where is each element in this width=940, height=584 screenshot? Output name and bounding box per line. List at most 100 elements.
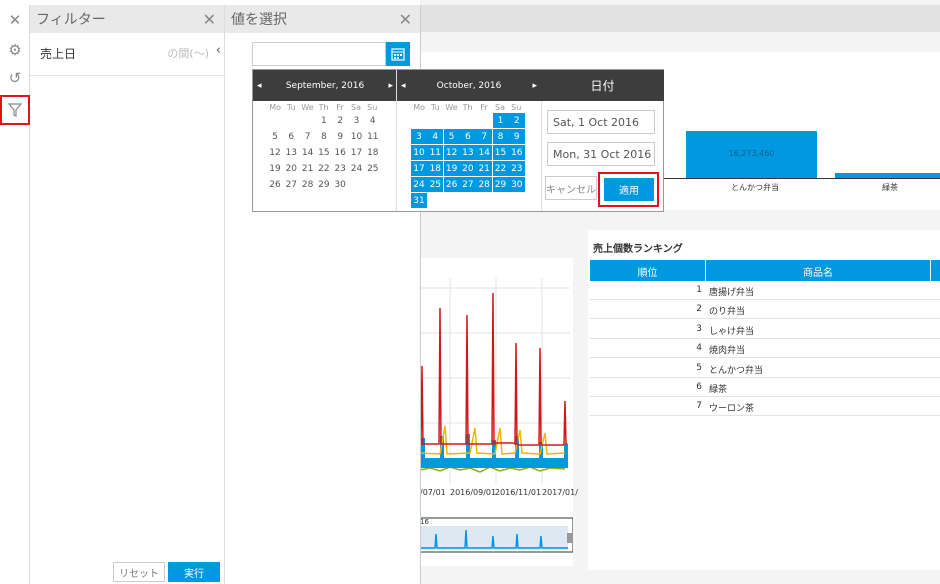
prev-month-icon[interactable]: ◂ [401,81,406,91]
day-cell[interactable]: 18 [427,161,444,176]
day-cell[interactable]: 7 [476,129,493,144]
next-month-icon[interactable]: ▸ [532,81,537,91]
day-cell[interactable]: 28 [300,177,316,192]
reset-button[interactable]: リセット [113,562,165,582]
day-cell[interactable]: 3 [411,129,427,144]
day-cell[interactable]: 29 [492,177,509,192]
date-range-input[interactable] [252,42,386,66]
day-cell[interactable]: 5 [443,129,460,144]
end-date-input[interactable]: Mon, 31 Oct 2016 [547,142,655,166]
day-cell[interactable]: 9 [332,129,348,144]
day-cell[interactable]: 22 [316,161,332,176]
day-cell[interactable]: 17 [349,145,365,160]
day-cell[interactable]: 16 [332,145,348,160]
day-cell[interactable]: 21 [300,161,316,176]
filter-icon[interactable] [0,95,30,125]
day-cell[interactable]: 11 [365,129,381,144]
day-cell[interactable]: 14 [476,145,493,160]
day-cell[interactable]: 24 [411,177,427,192]
day-cell[interactable]: 26 [267,177,283,192]
day-cell[interactable]: 26 [443,177,460,192]
panel-title: 値を選択 [231,12,287,28]
day-cell[interactable]: 4 [365,113,381,128]
table-row[interactable]: 5 とんかつ弁当 [590,359,940,378]
product-cell: 緑茶 [709,385,728,395]
run-button[interactable]: 実行 [168,562,220,582]
day-cell[interactable]: 8 [316,129,332,144]
day-cell[interactable]: 30 [508,177,525,192]
day-cell[interactable]: 17 [411,161,427,176]
day-cell[interactable]: 10 [349,129,365,144]
apply-button[interactable]: 適用 [604,178,654,201]
gear-icon[interactable]: ⚙ [0,35,30,65]
day-cell[interactable]: 6 [283,129,299,144]
day-cell[interactable]: 23 [332,161,348,176]
col-product[interactable]: 商品名 [706,264,930,279]
table-row[interactable]: 4 焼肉弁当 [590,339,940,359]
day-cell[interactable]: 25 [427,177,444,192]
day-cell[interactable]: 31 [411,193,427,208]
day-cell[interactable]: 3 [349,113,365,128]
prev-month-icon[interactable]: ◂ [257,81,262,91]
day-cell[interactable]: 29 [316,177,332,192]
day-cell[interactable]: 27 [459,177,476,192]
day-cell[interactable]: 5 [267,129,283,144]
day-cell[interactable]: 13 [459,145,476,160]
day-cell[interactable]: 9 [508,129,525,144]
col-rank[interactable]: 順位 [590,264,705,279]
day-cell[interactable]: 10 [411,145,427,160]
day-cell[interactable]: 6 [459,129,476,144]
filter-item[interactable]: 売上日 の間(〜) ‹ [30,36,225,76]
day-cell[interactable]: 25 [365,161,381,176]
day-cell[interactable]: 28 [476,177,493,192]
table-row[interactable]: 3 しゃけ弁当 [590,320,940,339]
day-cell[interactable]: 12 [267,145,283,160]
table-row[interactable]: 2 のり弁当 [590,300,940,320]
day-cell[interactable]: 27 [283,177,299,192]
day-cell[interactable]: 21 [476,161,493,176]
close-icon[interactable]: ✕ [0,5,30,35]
filter-item-value: の間(〜) [167,47,209,60]
x-tick-label: 緑茶 [882,183,898,192]
day-cell[interactable]: 7 [300,129,316,144]
day-cell[interactable]: 15 [492,145,509,160]
ranking-header: 順位 商品名 [590,260,940,281]
start-date-input[interactable]: Sat, 1 Oct 2016 [547,110,655,134]
day-cell[interactable]: 19 [443,161,460,176]
day-cell[interactable]: 2 [332,113,348,128]
day-cell[interactable]: 2 [508,113,525,128]
day-cell[interactable]: 14 [300,145,316,160]
close-icon[interactable]: ✕ [399,10,412,29]
table-row[interactable]: 7 ウーロン茶 [590,397,940,417]
product-cell: とんかつ弁当 [709,365,764,376]
day-cell[interactable]: 12 [443,145,460,160]
table-row[interactable]: 6 緑茶 [590,378,940,397]
calendar-button[interactable] [386,42,410,66]
day-cell[interactable]: 16 [508,145,525,160]
day-cell[interactable]: 18 [365,145,381,160]
day-cell[interactable]: 13 [283,145,299,160]
day-cell[interactable]: 22 [492,161,509,176]
day-cell[interactable]: 24 [349,161,365,176]
day-cell[interactable]: 20 [459,161,476,176]
date-pane: 日付 Sat, 1 Oct 2016 Mon, 31 Oct 2016 キャンセ… [541,70,664,211]
day-cell[interactable]: 23 [508,161,525,176]
product-cell: ウーロン茶 [709,404,755,415]
day-cell[interactable]: 4 [427,129,444,144]
day-cell[interactable]: 1 [316,113,332,128]
weekday-label: Tu [430,103,440,112]
cancel-button[interactable]: キャンセル [545,176,597,200]
day-cell[interactable]: 19 [267,161,283,176]
day-cell[interactable]: 8 [492,129,509,144]
day-cell[interactable]: 11 [427,145,444,160]
table-row[interactable]: 1 唐揚げ弁当 [590,281,940,300]
day-cell[interactable]: 15 [316,145,332,160]
day-cell[interactable]: 30 [332,177,348,192]
history-icon[interactable]: ↺ [0,63,30,93]
product-cell: 唐揚げ弁当 [709,288,755,298]
next-month-icon[interactable]: ▸ [388,81,393,91]
day-cell[interactable]: 20 [283,161,299,176]
weekday-label: Su [511,103,522,112]
close-icon[interactable]: ✕ [203,10,216,29]
day-cell[interactable]: 1 [492,113,509,128]
